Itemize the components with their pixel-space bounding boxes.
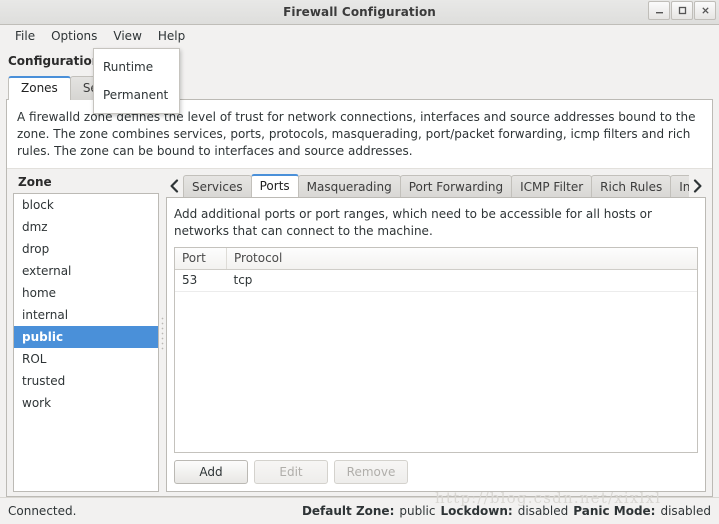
ports-description: Add additional ports or port ranges, whi…: [174, 207, 652, 238]
column-header-port[interactable]: Port: [175, 248, 227, 270]
splitter-grip-icon: [161, 315, 164, 350]
menu-view[interactable]: View: [106, 27, 148, 45]
tab-scroll-left-button[interactable]: [166, 175, 183, 197]
panic-mode-value: disabled: [660, 504, 711, 518]
tab-zones[interactable]: Zones: [8, 76, 71, 100]
tab-scroll-right-button[interactable]: [689, 175, 706, 197]
ports-table-container[interactable]: Port Protocol 53 tcp: [174, 247, 698, 453]
menu-help[interactable]: Help: [151, 27, 192, 45]
table-row[interactable]: 53 tcp: [175, 269, 697, 292]
zone-list[interactable]: block dmz drop external home internal pu…: [13, 193, 159, 492]
zone-item-block[interactable]: block: [14, 194, 158, 216]
pane-splitter[interactable]: [159, 169, 166, 496]
zone-list-header: Zone: [18, 175, 52, 189]
ports-table-body: 53 tcp: [175, 269, 697, 292]
tab-rich-rules[interactable]: Rich Rules: [591, 175, 672, 197]
zone-pane: Zone block dmz drop external home intern…: [7, 169, 159, 496]
menu-options[interactable]: Options: [44, 27, 104, 45]
panic-mode-label: Panic Mode:: [573, 504, 656, 518]
tab-ports[interactable]: Ports: [250, 174, 299, 197]
ports-tab-panel: Add additional ports or port ranges, whi…: [166, 197, 706, 492]
window-controls: [648, 1, 716, 20]
add-button[interactable]: Add: [174, 460, 248, 484]
edit-button: Edit: [254, 460, 328, 484]
maximize-button[interactable]: [671, 1, 693, 20]
zone-item-dmz[interactable]: dmz: [14, 216, 158, 238]
dropdown-item-runtime[interactable]: Runtime: [94, 53, 179, 81]
lockdown-label: Lockdown:: [440, 504, 513, 518]
detail-tab-strip: Services Ports Masquerading Port Forward…: [166, 173, 706, 197]
ports-button-row: Add Edit Remove: [174, 453, 698, 484]
menu-file[interactable]: File: [8, 27, 42, 45]
title-bar: Firewall Configuration: [0, 0, 719, 25]
dropdown-item-permanent[interactable]: Permanent: [94, 81, 179, 109]
cell-port: 53: [175, 269, 227, 292]
default-zone-value: public: [399, 504, 436, 518]
remove-button: Remove: [334, 460, 408, 484]
zone-item-trusted[interactable]: trusted: [14, 370, 158, 392]
detail-tabs: Services Ports Masquerading Port Forward…: [183, 173, 689, 197]
cell-protocol: tcp: [226, 269, 697, 292]
status-bar: Connected. Default Zone: public Lockdown…: [0, 497, 719, 524]
zone-item-external[interactable]: external: [14, 260, 158, 282]
minimize-button[interactable]: [648, 1, 670, 20]
ports-header-row: Port Protocol: [175, 248, 697, 270]
firewall-configuration-window: Firewall Configuration File Options View…: [0, 0, 719, 524]
zone-item-rol[interactable]: ROL: [14, 348, 158, 370]
content-split: Zone block dmz drop external home intern…: [7, 169, 712, 496]
configuration-label: Configuration:: [8, 54, 106, 68]
zone-item-home[interactable]: home: [14, 282, 158, 304]
close-button[interactable]: [694, 1, 716, 20]
zone-item-drop[interactable]: drop: [14, 238, 158, 260]
tab-port-forwarding[interactable]: Port Forwarding: [399, 175, 513, 197]
close-icon: [701, 7, 709, 14]
chevron-right-icon: [693, 179, 702, 193]
configuration-dropdown-menu: Runtime Permanent: [93, 48, 180, 114]
lockdown-value: disabled: [517, 504, 569, 518]
window-title: Firewall Configuration: [283, 5, 436, 19]
column-header-protocol[interactable]: Protocol: [226, 248, 697, 270]
connection-status: Connected.: [8, 504, 77, 518]
default-zone-label: Default Zone:: [301, 504, 395, 518]
tab-masquerading[interactable]: Masquerading: [297, 175, 401, 197]
chevron-left-icon: [170, 179, 179, 193]
menu-bar: File Options View Help: [0, 25, 719, 47]
tab-interfaces[interactable]: Interfaces: [670, 175, 689, 197]
tab-icmp-filter[interactable]: ICMP Filter: [511, 175, 593, 197]
ports-table-head: Port Protocol: [175, 248, 697, 270]
main-content-area: A firewalld zone defines the level of tr…: [6, 99, 713, 497]
ports-table: Port Protocol 53 tcp: [175, 248, 697, 292]
maximize-icon: [678, 6, 686, 15]
zone-item-public[interactable]: public: [14, 326, 158, 348]
zone-item-work[interactable]: work: [14, 392, 158, 414]
detail-pane: Services Ports Masquerading Port Forward…: [166, 169, 712, 496]
tab-services-detail[interactable]: Services: [183, 175, 252, 197]
status-indicators: Default Zone: public Lockdown: disabled …: [302, 504, 711, 518]
zone-item-internal[interactable]: internal: [14, 304, 158, 326]
minimize-icon: [655, 12, 663, 14]
